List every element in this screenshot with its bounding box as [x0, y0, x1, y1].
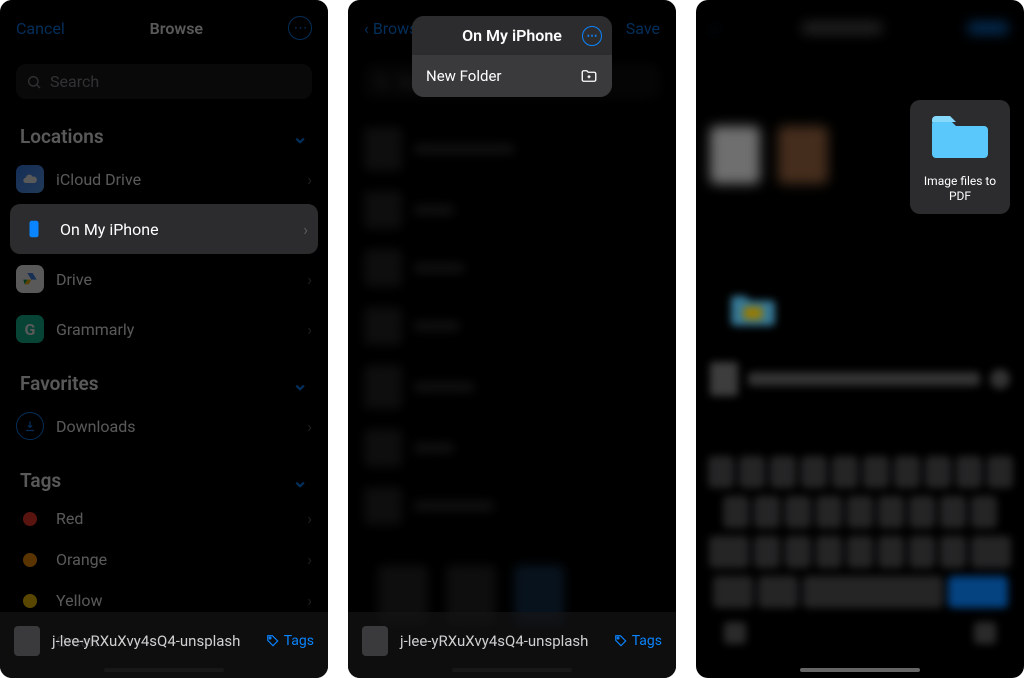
- tags-button-label: Tags: [632, 633, 662, 649]
- more-options-icon[interactable]: ⋯: [288, 16, 312, 40]
- keyboard: [696, 442, 1024, 658]
- popup-title: On My iPhone: [462, 26, 562, 45]
- tag-dot-icon: [23, 553, 37, 567]
- row-label: Yellow: [56, 591, 295, 610]
- location-on-my-iphone[interactable]: On My iPhone ›: [10, 204, 318, 254]
- filename-label: j-lee-yRXuXvy4sQ4-unsplash: [400, 632, 602, 650]
- file-thumbnail: [362, 626, 388, 656]
- folder-icon: [928, 114, 992, 162]
- row-label: Downloads: [56, 417, 295, 436]
- tags-button-label: Tags: [284, 633, 314, 649]
- chevron-down-icon: ⌄: [292, 125, 308, 148]
- action-popup: On My iPhone ⋯ New Folder: [412, 16, 612, 97]
- chevron-right-icon: ›: [307, 270, 312, 289]
- new-folder-label: New Folder: [426, 67, 501, 85]
- tag-orange[interactable]: Orange ›: [0, 539, 328, 580]
- phone-screen-browse: Cancel Browse ⋯ Search Locations ⌄ iClou…: [0, 0, 328, 678]
- row-label: Drive: [56, 270, 295, 289]
- bottom-bar: j-lee-yRXuXvy4sQ4-unsplash Tags: [0, 612, 328, 678]
- location-icloud-drive[interactable]: iCloud Drive ›: [0, 154, 328, 204]
- favorites-header[interactable]: Favorites ⌄: [0, 354, 328, 401]
- chevron-right-icon: ›: [307, 509, 312, 528]
- tags-title: Tags: [20, 469, 61, 492]
- row-label: Grammarly: [56, 320, 295, 339]
- home-indicator: [800, 668, 920, 672]
- save-button[interactable]: Save: [626, 19, 660, 38]
- new-folder-item[interactable]: Image files to PDF: [910, 100, 1010, 214]
- favorites-title: Favorites: [20, 372, 98, 395]
- new-folder-icon: [580, 67, 598, 85]
- location-drive[interactable]: Drive ›: [0, 254, 328, 304]
- chevron-right-icon: ›: [307, 170, 312, 189]
- search-placeholder: Search: [50, 72, 99, 91]
- iphone-icon: [20, 215, 48, 243]
- search-input[interactable]: Search: [16, 64, 312, 99]
- favorite-downloads[interactable]: Downloads ›: [0, 401, 328, 451]
- phone-screen-new-folder: ‹ Browse Save On My iPhone ⋯ New Folder …: [348, 0, 676, 678]
- chevron-down-icon: ⌄: [292, 469, 308, 492]
- icloud-icon: [16, 165, 44, 193]
- folder-name-label: Image files to PDF: [918, 174, 1002, 204]
- header-title: Browse: [150, 19, 203, 38]
- locations-title: Locations: [20, 125, 104, 148]
- folder-icon: [728, 290, 778, 330]
- google-drive-icon: [16, 265, 44, 293]
- header: Cancel Browse ⋯: [0, 0, 328, 56]
- phone-screen-folder-created: ‹ Image files to PDF: [696, 0, 1024, 678]
- grammarly-icon: G: [16, 315, 44, 343]
- tags-button[interactable]: Tags: [614, 633, 662, 649]
- new-folder-button[interactable]: New Folder: [412, 55, 612, 97]
- chevron-left-icon: ‹: [364, 19, 369, 38]
- location-grammarly[interactable]: G Grammarly ›: [0, 304, 328, 354]
- chevron-right-icon: ›: [307, 591, 312, 610]
- tag-icon: [614, 634, 628, 648]
- chevron-right-icon: ›: [303, 220, 308, 239]
- row-label: On My iPhone: [60, 220, 291, 239]
- bottom-bar: j-lee-yRXuXvy4sQ4-unsplash Tags: [348, 612, 676, 678]
- chevron-right-icon: ›: [307, 417, 312, 436]
- cancel-button[interactable]: Cancel: [16, 19, 65, 38]
- row-label: Orange: [56, 550, 295, 569]
- more-options-icon[interactable]: ⋯: [582, 26, 602, 46]
- tags-button[interactable]: Tags: [266, 633, 314, 649]
- text-input: [748, 372, 980, 386]
- downloads-icon: [16, 412, 44, 440]
- chevron-right-icon: ›: [307, 550, 312, 569]
- tag-icon: [266, 634, 280, 648]
- tags-header[interactable]: Tags ⌄: [0, 451, 328, 498]
- file-thumbnail: [14, 626, 40, 656]
- row-label: iCloud Drive: [56, 170, 295, 189]
- chevron-down-icon: ⌄: [292, 372, 308, 395]
- tag-dot-icon: [23, 512, 37, 526]
- chevron-right-icon: ›: [307, 320, 312, 339]
- tag-red[interactable]: Red ›: [0, 498, 328, 539]
- file-thumbnail: [710, 362, 738, 396]
- filename-label: j-lee-yRXuXvy4sQ4-unsplash: [52, 632, 254, 650]
- popup-header: On My iPhone ⋯: [412, 16, 612, 55]
- tag-dot-icon: [23, 594, 37, 608]
- locations-header[interactable]: Locations ⌄: [0, 107, 328, 154]
- row-label: Red: [56, 509, 295, 528]
- rename-input-row: [710, 362, 1010, 396]
- search-icon: [374, 74, 390, 90]
- search-icon: [26, 74, 42, 90]
- blurred-background: Search: [348, 64, 676, 645]
